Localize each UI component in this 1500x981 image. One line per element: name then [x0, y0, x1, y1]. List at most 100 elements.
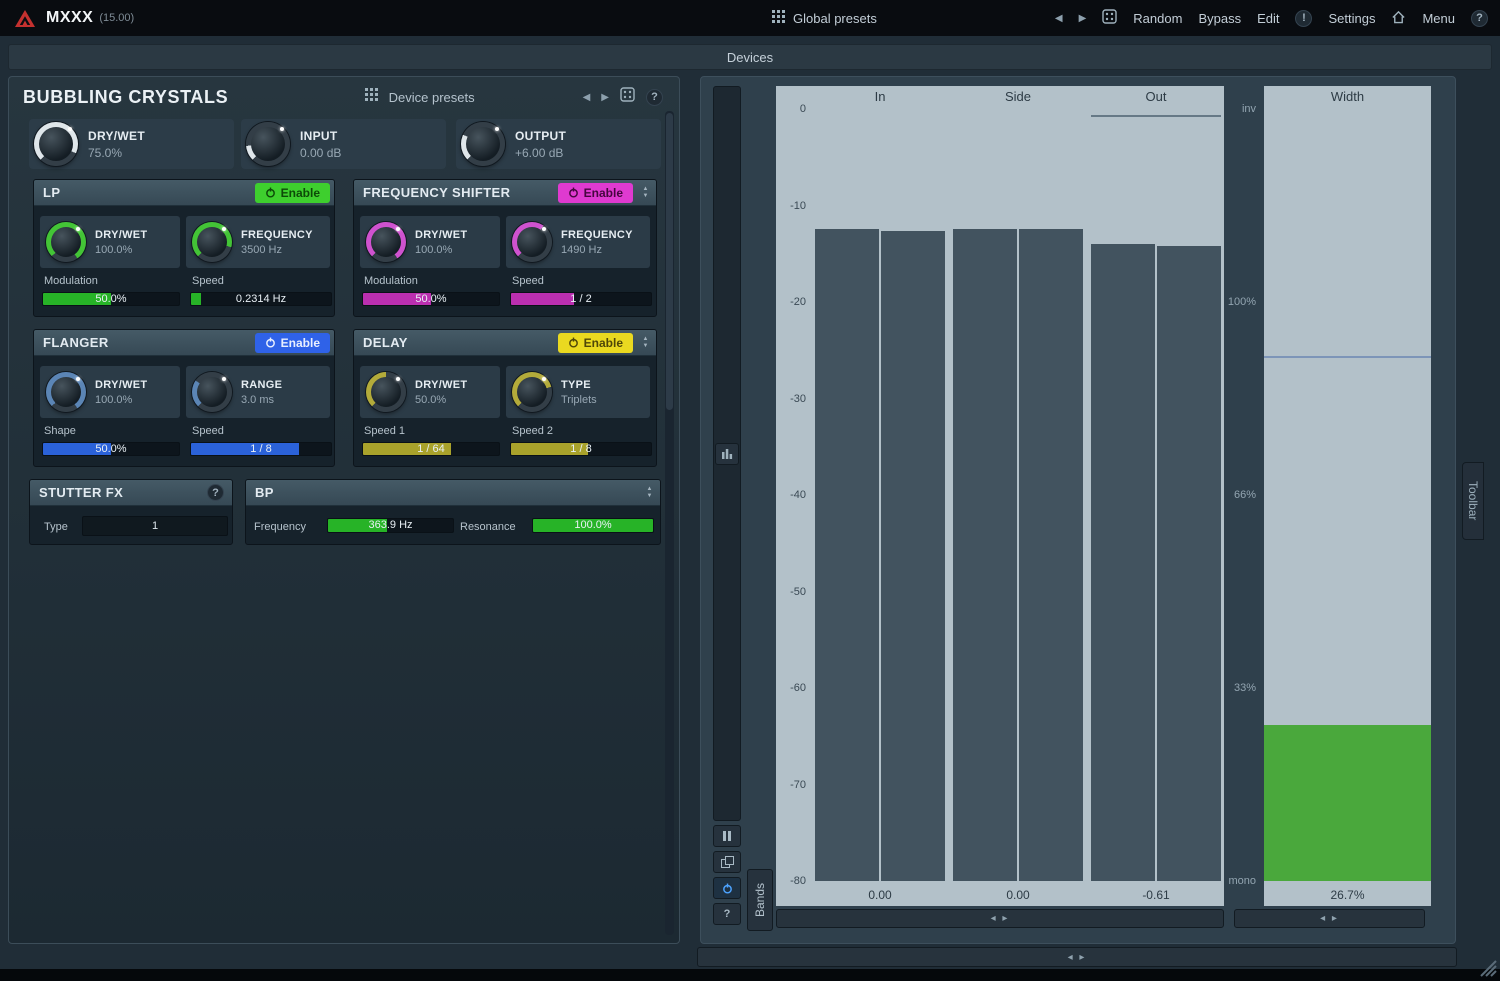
speed-slider[interactable]: 1 / 8 — [190, 442, 332, 456]
frequency-slider[interactable]: 363.9 Hz — [327, 518, 454, 533]
slider-value: 1 / 8 — [511, 443, 651, 455]
knob-value: 1490 Hz — [561, 244, 633, 256]
knob-label: DRY/WET — [88, 129, 145, 143]
knob-label: TYPE — [561, 379, 597, 391]
module-order-spinner[interactable]: ▲ ▼ — [639, 336, 652, 349]
frequency-knob[interactable] — [192, 222, 232, 262]
type-field[interactable]: 1 — [82, 516, 228, 536]
knob-label: DRY/WET — [415, 379, 467, 391]
width-marker — [1264, 356, 1431, 358]
previous-device-preset-arrow[interactable]: ◀ — [583, 92, 591, 103]
dice-icon[interactable] — [1102, 9, 1117, 27]
resize-grip[interactable] — [1477, 957, 1497, 981]
scroll-arrows-icon[interactable]: ◂ ▸ — [1068, 952, 1087, 963]
help-icon[interactable]: ? — [1471, 10, 1488, 27]
power-icon — [722, 883, 733, 894]
meter-bar — [1019, 229, 1083, 881]
dice-icon[interactable] — [620, 87, 635, 107]
global-presets-button[interactable]: Global presets — [793, 11, 877, 26]
drywet-knob[interactable] — [34, 122, 78, 166]
enable-button[interactable]: Enable — [558, 333, 633, 353]
width-meter-panel: Width 26.7% — [1264, 86, 1431, 906]
knob-group: RANGE 3.0 ms — [186, 366, 330, 418]
resonance-slider[interactable]: 100.0% — [532, 518, 654, 533]
modulation-slider[interactable]: 50.0% — [362, 292, 500, 306]
shape-slider[interactable]: 50.0% — [42, 442, 180, 456]
slider-label: Speed — [192, 275, 224, 287]
speed1-slider[interactable]: 1 / 64 — [362, 442, 500, 456]
bypass-button[interactable]: Bypass — [1198, 11, 1241, 26]
speed2-slider[interactable]: 1 / 8 — [510, 442, 652, 456]
melda-logo-icon — [14, 9, 36, 28]
spin-down-icon[interactable]: ▼ — [643, 343, 649, 349]
meter-help-button[interactable]: ? — [713, 903, 741, 925]
previous-preset-arrow[interactable]: ◀ — [1055, 13, 1063, 24]
settings-button[interactable]: Settings — [1328, 11, 1375, 26]
spin-up-icon[interactable]: ▲ — [647, 486, 653, 492]
power-icon — [568, 187, 579, 198]
speed-slider[interactable]: 1 / 2 — [510, 292, 652, 306]
drywet-knob[interactable] — [366, 372, 406, 412]
scroll-arrows-icon[interactable]: ◂ ▸ — [1320, 913, 1339, 924]
device-presets-button[interactable]: Device presets — [389, 90, 475, 105]
width-h-scrollbar[interactable]: ◂ ▸ — [1234, 909, 1425, 928]
speed-slider[interactable]: 0.2314 Hz — [190, 292, 332, 306]
side-meter — [953, 109, 1083, 881]
next-preset-arrow[interactable]: ▶ — [1079, 13, 1087, 24]
spin-down-icon[interactable]: ▼ — [643, 193, 649, 199]
modulation-slider[interactable]: 50.0% — [42, 292, 180, 306]
grid-icon — [365, 88, 378, 106]
pause-button[interactable] — [713, 825, 741, 847]
drywet-knob[interactable] — [366, 222, 406, 262]
alert-icon[interactable]: ! — [1295, 10, 1312, 27]
enable-button[interactable]: Enable — [255, 333, 330, 353]
mxxx-window: MXXX (15.00) Global presets ◀ ▶ Random B… — [0, 0, 1500, 981]
module-title: FREQUENCY SHIFTER — [363, 185, 552, 200]
slider-label: Speed — [192, 425, 224, 437]
range-knob[interactable] — [192, 372, 232, 412]
enable-button[interactable]: Enable — [558, 183, 633, 203]
master-drywet-panel: DRY/WET 75.0% — [29, 119, 234, 169]
module-flanger: FLANGER Enable DRY/WET 100.0% RANGE 3.0 … — [33, 329, 335, 467]
type-knob[interactable] — [512, 372, 552, 412]
drywet-knob[interactable] — [46, 222, 86, 262]
knob-group: TYPE Triplets — [506, 366, 650, 418]
meter-mode-icon[interactable] — [715, 443, 739, 465]
output-knob[interactable] — [461, 122, 505, 166]
tab-bands[interactable]: Bands — [747, 869, 773, 931]
help-icon[interactable]: ? — [646, 89, 663, 106]
tab-toolbar[interactable]: Toolbar — [1462, 462, 1484, 540]
slider-label: Speed — [512, 275, 544, 287]
edit-button[interactable]: Edit — [1257, 11, 1279, 26]
meter-power-button[interactable] — [713, 877, 741, 899]
meters-h-scrollbar[interactable]: ◂ ▸ — [776, 909, 1224, 928]
bottom-h-scrollbar[interactable]: ◂ ▸ — [697, 947, 1457, 967]
knob-value: Triplets — [561, 394, 597, 406]
module-order-spinner[interactable]: ▲ ▼ — [639, 186, 652, 199]
next-device-preset-arrow[interactable]: ▶ — [601, 92, 609, 103]
side-meter-value: 0.00 — [953, 888, 1083, 902]
width-bar — [1264, 725, 1431, 881]
in-meter-group: In 0.00 — [815, 86, 945, 906]
meter-panel: ? Bands 0 -10 -20 -30 -40 -50 -60 -70 -8… — [700, 76, 1456, 944]
home-icon[interactable] — [1391, 10, 1406, 27]
spin-down-icon[interactable]: ▼ — [647, 493, 653, 499]
enable-button[interactable]: Enable — [255, 183, 330, 203]
menu-button[interactable]: Menu — [1422, 11, 1455, 26]
tab-devices[interactable]: Devices — [727, 50, 773, 65]
out-meter — [1091, 109, 1221, 881]
random-button[interactable]: Random — [1133, 11, 1182, 26]
spin-up-icon[interactable]: ▲ — [643, 186, 649, 192]
knob-value: 50.0% — [415, 394, 467, 406]
module-order-spinner[interactable]: ▲ ▼ — [643, 486, 656, 499]
spin-up-icon[interactable]: ▲ — [643, 336, 649, 342]
device-panel-scrollbar[interactable] — [665, 111, 674, 935]
drywet-knob[interactable] — [46, 372, 86, 412]
input-knob[interactable] — [246, 122, 290, 166]
multi-view-button[interactable] — [713, 851, 741, 873]
slider-value: 50.0% — [363, 293, 499, 305]
frequency-knob[interactable] — [512, 222, 552, 262]
scroll-arrows-icon[interactable]: ◂ ▸ — [991, 913, 1010, 924]
knob-label: INPUT — [300, 129, 341, 143]
help-icon[interactable]: ? — [207, 484, 224, 501]
